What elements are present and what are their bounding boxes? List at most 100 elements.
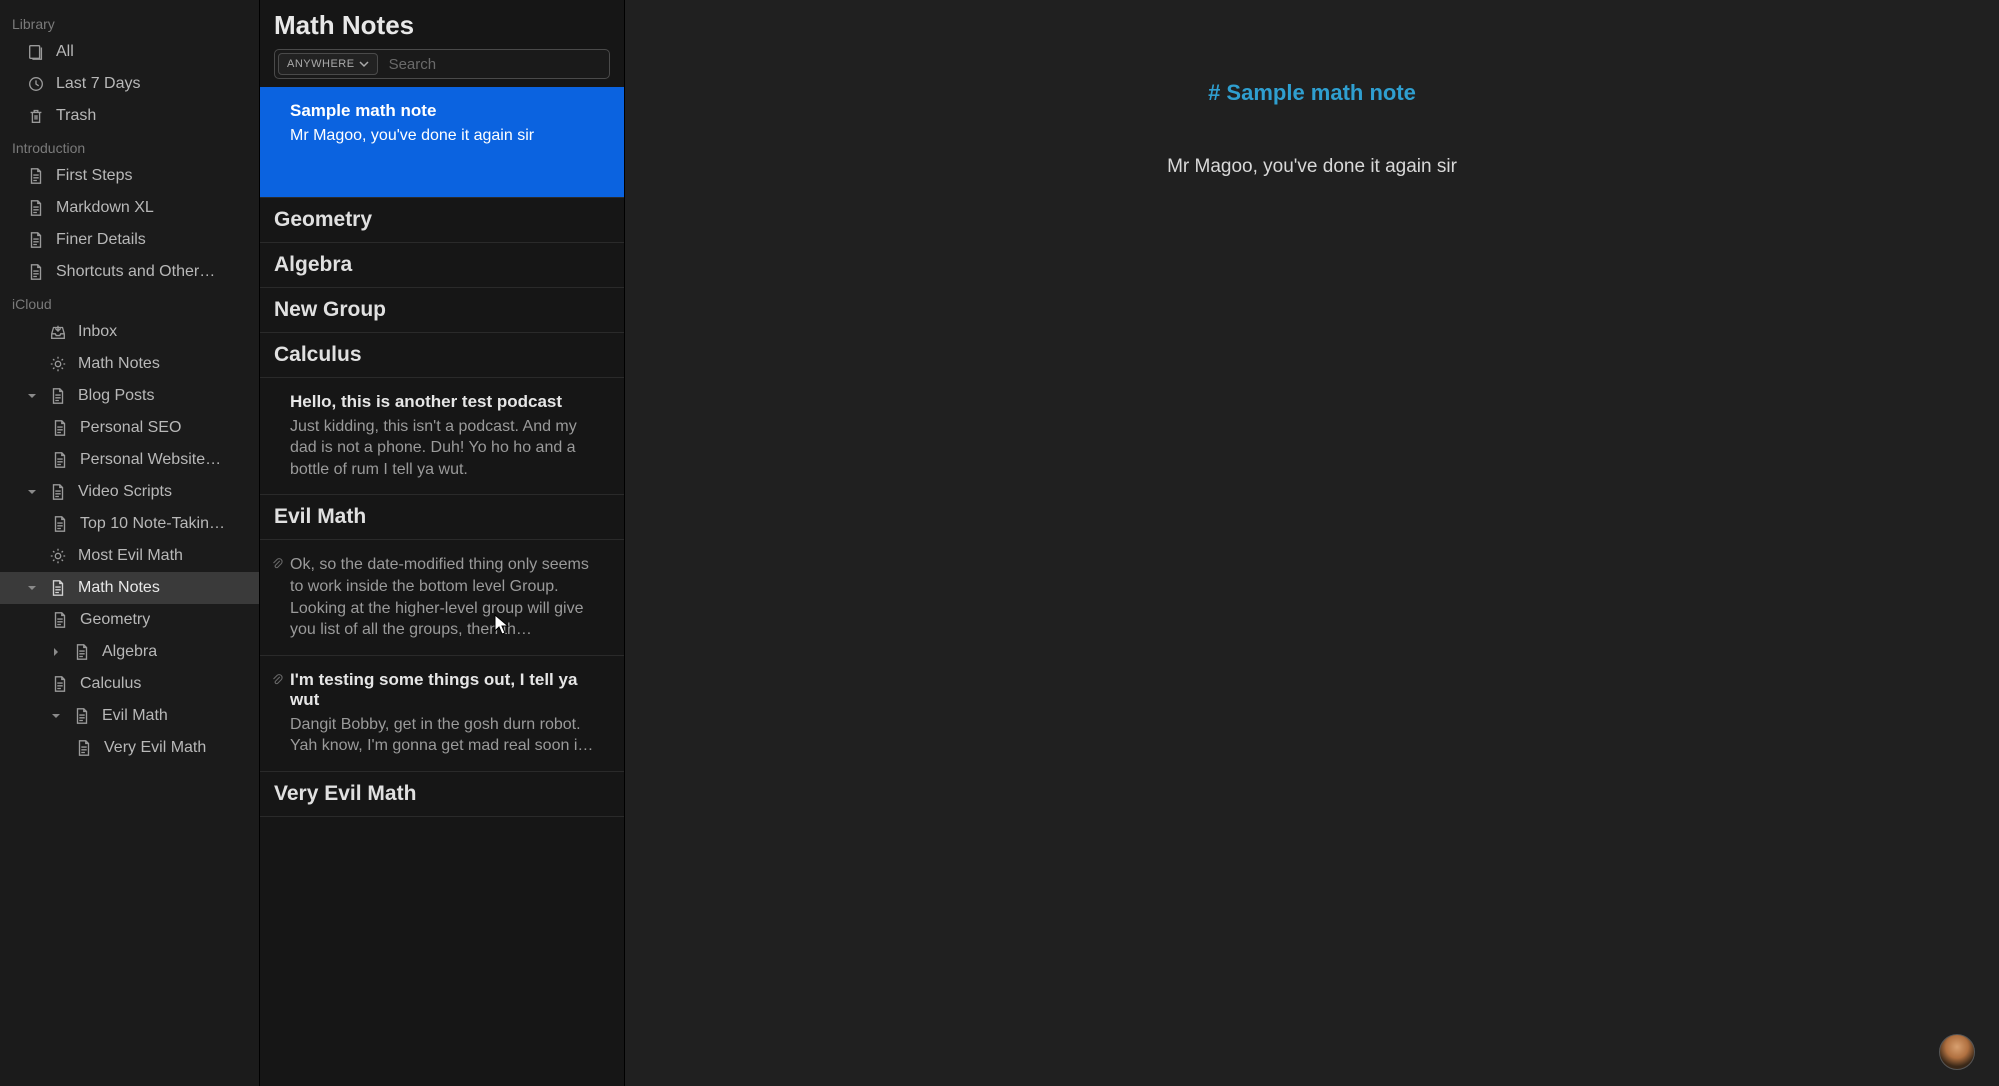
disclosure-spacer <box>26 326 38 338</box>
sidebar-item-label: Calculus <box>80 675 141 693</box>
disclosure-down-icon[interactable] <box>26 390 38 402</box>
editor-title: # Sample math note <box>932 80 1692 106</box>
sidebar-item-label: Algebra <box>102 643 157 661</box>
sidebar-item-all[interactable]: All <box>0 36 259 68</box>
paperclip-icon <box>270 556 284 575</box>
sidebar-item-personal-seo[interactable]: Personal SEO <box>0 412 259 444</box>
sidebar-item-label: Personal Website… <box>80 451 221 469</box>
sidebar-item-blog-posts[interactable]: Blog Posts <box>0 380 259 412</box>
sidebar-item-label: Geometry <box>80 611 150 629</box>
doc-icon <box>72 642 92 662</box>
doc-icon <box>26 198 46 218</box>
note-preview: Just kidding, this isn't a podcast. And … <box>290 416 606 481</box>
sidebar-item-top-10-note[interactable]: Top 10 Note-Takin… <box>0 508 259 540</box>
sidebar-item-math-notes-group[interactable]: Math Notes <box>0 572 259 604</box>
sidebar-item-label: Most Evil Math <box>78 547 183 565</box>
doc-icon <box>48 578 68 598</box>
disclosure-spacer <box>26 550 38 562</box>
doc-icon <box>48 386 68 406</box>
editor-panel[interactable]: # Sample math note Mr Magoo, you've done… <box>625 0 1999 1086</box>
group-title: Geometry <box>274 208 610 232</box>
sidebar-item-label: Inbox <box>78 323 117 341</box>
group-very-evil-math-group[interactable]: Very Evil Math <box>260 772 624 817</box>
note-test-podcast-note[interactable]: Hello, this is another test podcast Just … <box>260 378 624 496</box>
doc-icon <box>50 418 70 438</box>
gear-icon <box>48 354 68 374</box>
sidebar-item-label: All <box>56 43 74 61</box>
sidebar-item-label: Math Notes <box>78 355 160 373</box>
doc-icon <box>74 738 94 758</box>
clock-icon <box>26 74 46 94</box>
note-list-header: Math Notes ANYWHERE <box>260 0 624 87</box>
sidebar-item-finer-details[interactable]: Finer Details <box>0 224 259 256</box>
group-title: Very Evil Math <box>274 782 610 806</box>
sidebar-item-label: Evil Math <box>102 707 168 725</box>
app-root: LibraryAllLast 7 DaysTrashIntroductionFi… <box>0 0 1999 1086</box>
search-scope-label: ANYWHERE <box>287 58 355 70</box>
doc-icon <box>26 230 46 250</box>
sidebar: LibraryAllLast 7 DaysTrashIntroductionFi… <box>0 0 260 1086</box>
group-title: Algebra <box>274 253 610 277</box>
group-new-group[interactable]: New Group <box>260 288 624 333</box>
sidebar-item-calculus[interactable]: Calculus <box>0 668 259 700</box>
group-title: New Group <box>274 298 610 322</box>
doc-icon <box>50 450 70 470</box>
sidebar-item-first-steps[interactable]: First Steps <box>0 160 259 192</box>
gear-icon <box>48 546 68 566</box>
note-sample-math-note[interactable]: Sample math noteMr Magoo, you've done it… <box>260 87 624 198</box>
note-entries: Sample math noteMr Magoo, you've done it… <box>260 87 624 817</box>
sidebar-item-label: Finer Details <box>56 231 146 249</box>
sidebar-item-label: Math Notes <box>78 579 160 597</box>
disclosure-right-icon[interactable] <box>50 646 62 658</box>
group-title: Calculus <box>274 343 610 367</box>
sidebar-item-most-evil-math[interactable]: Most Evil Math <box>0 540 259 572</box>
sidebar-item-label: Last 7 Days <box>56 75 140 93</box>
sidebar-item-markdown-xl[interactable]: Markdown XL <box>0 192 259 224</box>
sidebar-item-video-scripts[interactable]: Video Scripts <box>0 476 259 508</box>
avatar[interactable] <box>1939 1034 1975 1070</box>
sidebar-item-label: Top 10 Note-Takin… <box>80 515 225 533</box>
sidebar-section-title: Library <box>0 8 259 36</box>
disclosure-down-icon[interactable] <box>50 710 62 722</box>
note-list-panel: Math Notes ANYWHERE Sample math noteMr M… <box>260 0 625 1086</box>
doc-icon <box>72 706 92 726</box>
sidebar-item-label: Very Evil Math <box>104 739 206 757</box>
editor-body: Mr Magoo, you've done it again sir <box>932 156 1692 178</box>
sidebar-item-inbox[interactable]: Inbox <box>0 316 259 348</box>
note-title: I'm testing some things out, I tell ya w… <box>290 670 606 710</box>
search-scope-dropdown[interactable]: ANYWHERE <box>278 53 378 75</box>
sidebar-item-evil-math[interactable]: Evil Math <box>0 700 259 732</box>
note-testing-note[interactable]: I'm testing some things out, I tell ya w… <box>260 656 624 772</box>
doc-icon <box>26 262 46 282</box>
sidebar-item-last-7-days[interactable]: Last 7 Days <box>0 68 259 100</box>
doc-icon <box>50 674 70 694</box>
group-calculus-group[interactable]: Calculus <box>260 333 624 378</box>
trash-icon <box>26 106 46 126</box>
doc-icon <box>48 482 68 502</box>
disclosure-down-icon[interactable] <box>26 582 38 594</box>
note-preview: Dangit Bobby, get in the gosh durn robot… <box>290 714 606 757</box>
sidebar-item-trash[interactable]: Trash <box>0 100 259 132</box>
note-list-title: Math Notes <box>274 10 610 41</box>
sidebar-section-title: iCloud <box>0 288 259 316</box>
sidebar-item-geometry[interactable]: Geometry <box>0 604 259 636</box>
disclosure-down-icon[interactable] <box>26 486 38 498</box>
group-evil-math-group[interactable]: Evil Math <box>260 495 624 540</box>
group-algebra-group[interactable]: Algebra <box>260 243 624 288</box>
group-geometry-group[interactable]: Geometry <box>260 198 624 243</box>
search-input[interactable] <box>381 50 609 78</box>
disclosure-spacer <box>26 358 38 370</box>
sidebar-item-personal-website[interactable]: Personal Website… <box>0 444 259 476</box>
sidebar-item-math-notes-filter[interactable]: Math Notes <box>0 348 259 380</box>
sidebar-item-label: First Steps <box>56 167 132 185</box>
note-title: Hello, this is another test podcast <box>290 392 606 412</box>
sidebar-item-very-evil-math[interactable]: Very Evil Math <box>0 732 259 764</box>
sidebar-item-algebra[interactable]: Algebra <box>0 636 259 668</box>
sidebar-item-shortcuts[interactable]: Shortcuts and Other… <box>0 256 259 288</box>
sidebar-item-label: Trash <box>56 107 96 125</box>
sidebar-item-label: Video Scripts <box>78 483 172 501</box>
doc-icon <box>26 166 46 186</box>
inbox-icon <box>48 322 68 342</box>
note-date-modified-note[interactable]: Ok, so the date-modified thing only seem… <box>260 540 624 655</box>
editor-content: # Sample math note Mr Magoo, you've done… <box>932 80 1692 178</box>
